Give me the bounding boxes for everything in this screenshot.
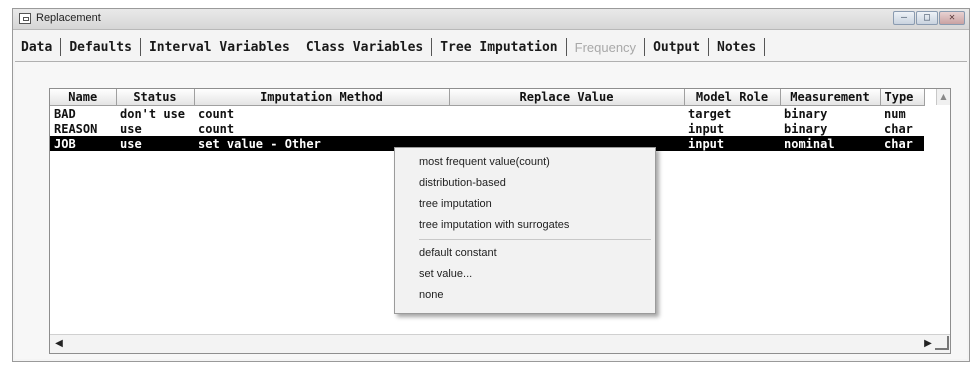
scroll-left-arrow-icon[interactable]: ◀ bbox=[53, 338, 65, 350]
menu-divider bbox=[419, 239, 651, 240]
scroll-up-arrow-icon[interactable]: ▲ bbox=[936, 89, 950, 105]
cell-name: BAD bbox=[54, 106, 76, 121]
menu-item-tree-imputation-surrogates[interactable]: tree imputation with surrogates bbox=[395, 215, 655, 236]
menu-item-tree-imputation[interactable]: tree imputation bbox=[395, 194, 655, 215]
tab-bar: Data Defaults Interval Variables Class V… bbox=[13, 35, 969, 59]
cell-imputation-method[interactable]: count bbox=[194, 106, 449, 122]
cell-status[interactable]: don't use bbox=[116, 106, 194, 122]
maximize-button[interactable]: □ bbox=[916, 11, 938, 25]
tab-frequency: Frequency bbox=[574, 39, 637, 55]
tab-output[interactable]: Output bbox=[645, 40, 708, 55]
table-row[interactable]: REASON use count input binary char bbox=[50, 121, 924, 136]
cell-measurement: binary bbox=[784, 106, 828, 121]
imputation-method-context-menu: most frequent value(count) distribution-… bbox=[394, 147, 656, 314]
cell-status[interactable]: use bbox=[116, 121, 194, 136]
cell-imputation-method[interactable]: count bbox=[194, 121, 449, 136]
variables-table: Name Status Imputation Method Replace Va… bbox=[50, 89, 925, 151]
cell-measurement: binary bbox=[784, 121, 828, 136]
scroll-right-arrow-icon[interactable]: ▶ bbox=[922, 338, 934, 350]
tab-data[interactable]: Data bbox=[13, 40, 60, 55]
cell-measurement: nominal bbox=[780, 136, 880, 151]
column-header-type[interactable]: Type bbox=[880, 89, 925, 106]
menu-item-most-frequent-value[interactable]: most frequent value(count) bbox=[395, 152, 655, 173]
cell-status[interactable]: use bbox=[116, 136, 194, 151]
cell-replace-value[interactable] bbox=[449, 106, 684, 122]
column-header-imputation-method[interactable]: Imputation Method bbox=[194, 89, 450, 106]
menu-item-default-constant[interactable]: default constant bbox=[395, 243, 655, 264]
table-header-row: Name Status Imputation Method Replace Va… bbox=[50, 89, 925, 106]
cell-name: JOB bbox=[50, 136, 116, 151]
table-row[interactable]: BAD don't use count target binary num bbox=[50, 106, 924, 122]
column-header-model-role[interactable]: Model Role bbox=[684, 89, 781, 106]
column-header-measurement[interactable]: Measurement bbox=[780, 89, 881, 106]
menu-item-distribution-based[interactable]: distribution-based bbox=[395, 173, 655, 194]
title-bar[interactable]: Replacement — □ ✕ bbox=[13, 9, 969, 30]
window-controls: — □ ✕ bbox=[893, 11, 965, 25]
tab-notes[interactable]: Notes bbox=[709, 40, 764, 55]
tab-separator bbox=[764, 38, 766, 56]
cell-replace-value[interactable] bbox=[449, 121, 684, 136]
column-header-name[interactable]: Name bbox=[50, 89, 117, 106]
minimize-button[interactable]: — bbox=[893, 11, 915, 25]
cell-model-role: input bbox=[684, 136, 780, 151]
cell-name: REASON bbox=[54, 121, 98, 136]
cell-model-role: target bbox=[688, 106, 732, 121]
column-header-replace-value[interactable]: Replace Value bbox=[449, 89, 685, 106]
column-header-status[interactable]: Status bbox=[116, 89, 195, 106]
window-title: Replacement bbox=[36, 12, 101, 24]
tab-defaults[interactable]: Defaults bbox=[61, 40, 140, 55]
cell-type: char bbox=[880, 136, 924, 151]
menu-item-none[interactable]: none bbox=[395, 285, 655, 306]
cell-type: num bbox=[884, 106, 906, 121]
cell-model-role: input bbox=[688, 121, 725, 136]
horizontal-scrollbar[interactable]: ◀ ▶ bbox=[50, 334, 950, 353]
window-app-icon bbox=[19, 13, 31, 24]
resize-grip-icon[interactable] bbox=[935, 336, 949, 350]
tab-interval-variables[interactable]: Interval Variables bbox=[141, 40, 298, 55]
tab-class-variables[interactable]: Class Variables bbox=[298, 40, 431, 55]
tab-tree-imputation[interactable]: Tree Imputation bbox=[432, 40, 565, 55]
cell-type: char bbox=[884, 121, 913, 136]
close-button[interactable]: ✕ bbox=[939, 11, 965, 25]
menu-item-set-value[interactable]: set value... bbox=[395, 264, 655, 285]
